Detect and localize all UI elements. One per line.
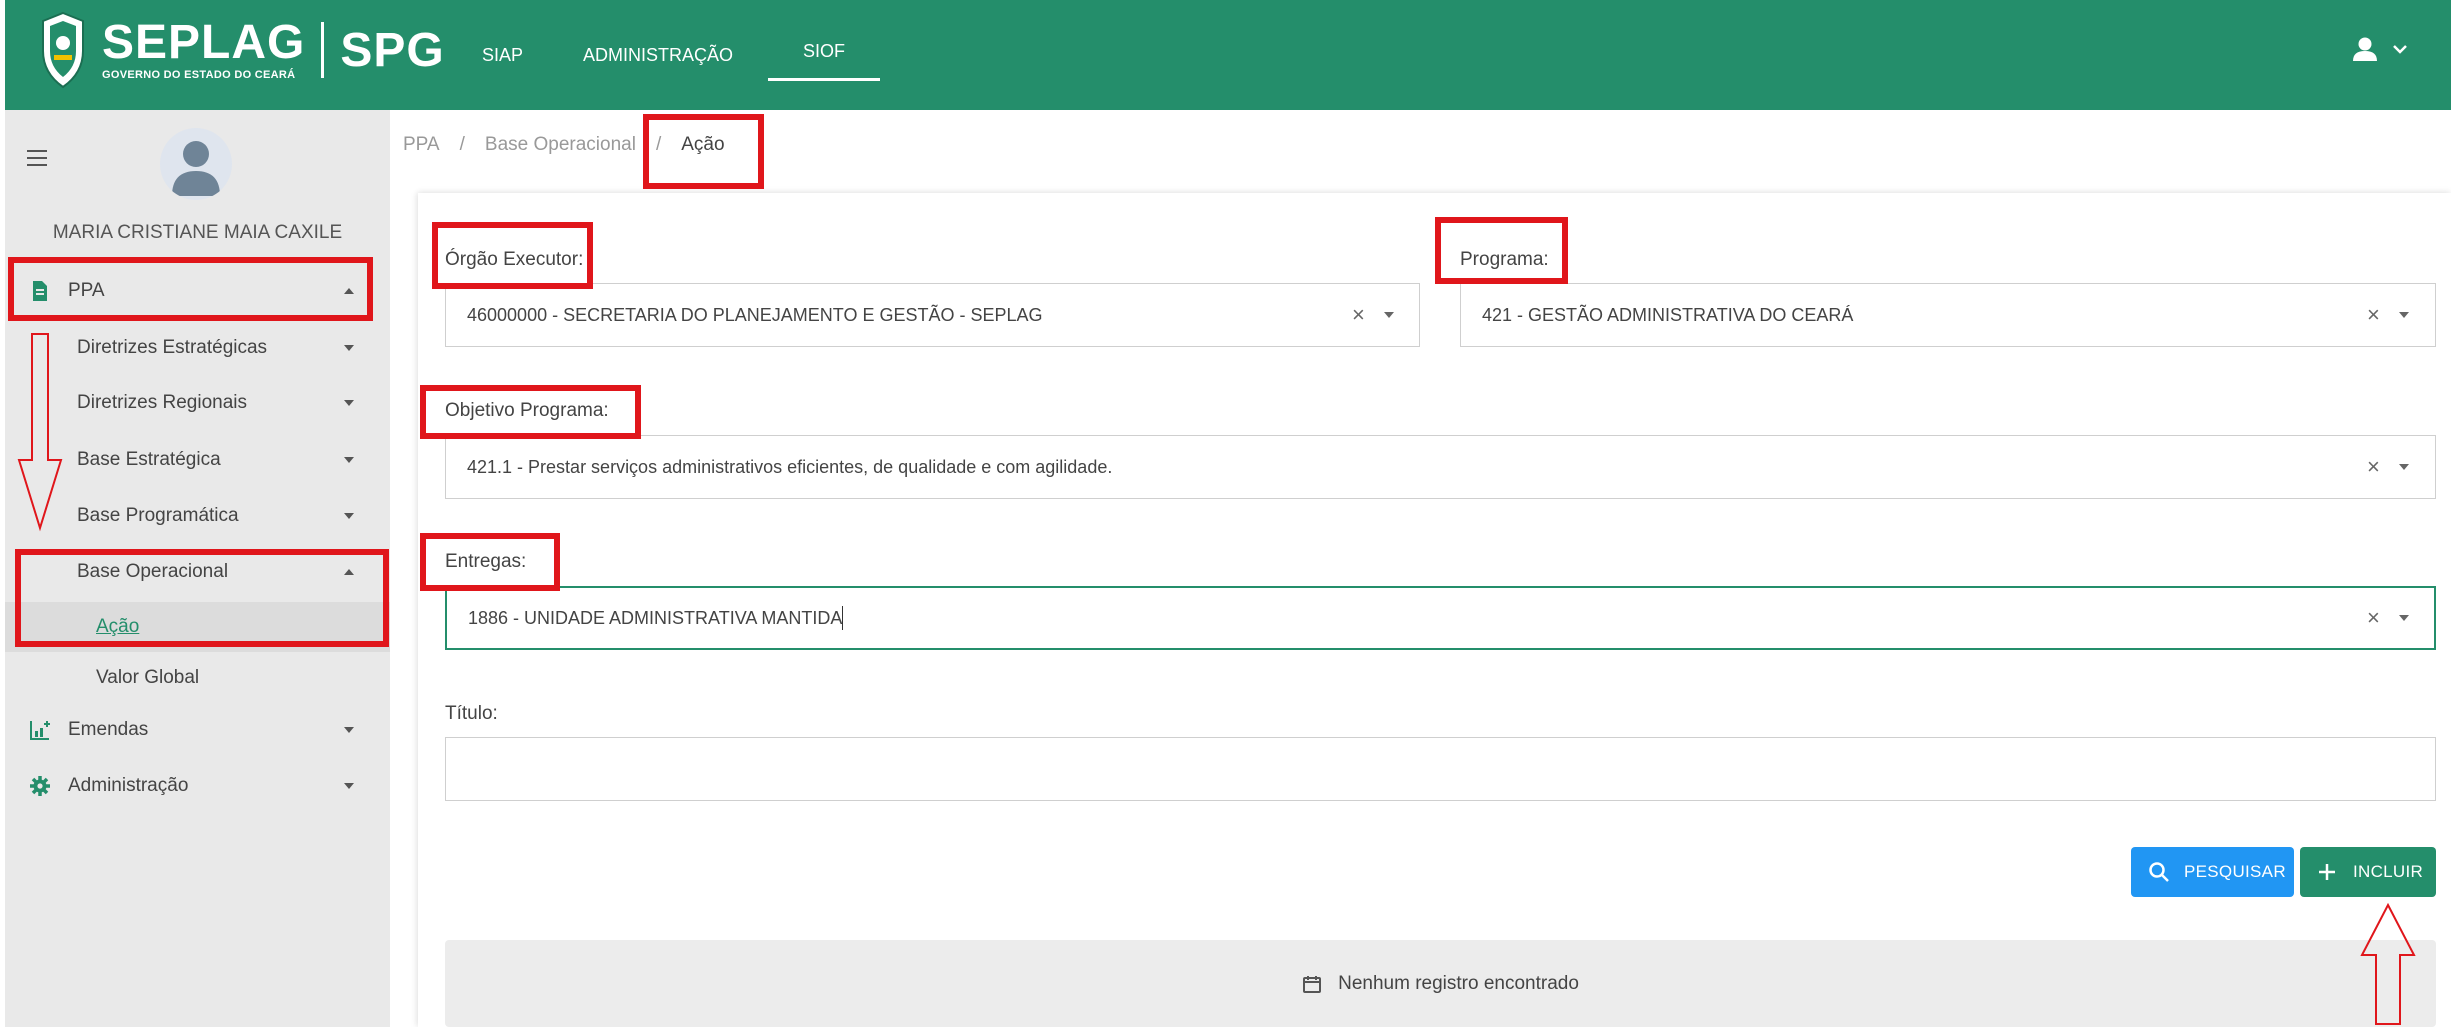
clear-icon[interactable]: × [1352, 302, 1365, 328]
calendar-icon [1303, 975, 1322, 993]
clear-icon[interactable]: × [2367, 302, 2380, 328]
sidebar: MARIA CRISTIANE MAIA CAXILE PPA Diretriz… [5, 110, 390, 1027]
clear-icon[interactable]: × [2367, 605, 2380, 631]
objetivo-value: 421.1 - Prestar serviços administrativos… [467, 456, 1113, 477]
add-button-label: INCLUIR [2353, 862, 2424, 881]
chevron-down-icon[interactable] [1384, 312, 1394, 318]
text-cursor [842, 606, 844, 630]
caret-down-icon [344, 345, 354, 351]
programa-select[interactable]: 421 - GESTÃO ADMINISTRATIVA DO CEARÁ × [1460, 283, 2436, 347]
objetivo-select[interactable]: 421.1 - Prestar serviços administrativos… [445, 435, 2436, 499]
clear-icon[interactable]: × [2367, 454, 2380, 480]
orgao-select[interactable]: 46000000 - SECRETARIA DO PLANEJAMENTO E … [445, 283, 1420, 347]
sidebar-item-ppa[interactable]: PPA [5, 266, 390, 316]
top-header: SEPLAG GOVERNO DO ESTADO DO CEARÁ SPG SI… [5, 0, 2451, 110]
chevron-down-icon[interactable] [2399, 464, 2409, 470]
arrow-down-annotation [17, 333, 63, 532]
breadcrumb-separator: / [459, 134, 465, 155]
caret-down-icon [344, 783, 354, 789]
sidebar-item-label: Ação [96, 616, 140, 637]
sidebar-item-label: Base Operacional [77, 561, 229, 582]
sidebar-item-valor-global[interactable]: Valor Global [5, 653, 390, 703]
chevron-down-icon [2393, 45, 2407, 54]
system-name: SPG [340, 23, 445, 77]
entregas-label: Entregas: [445, 551, 527, 572]
seplag-logo[interactable]: SEPLAG GOVERNO DO ESTADO DO CEARÁ SPG [38, 10, 445, 90]
sidebar-item-label: Base Programática [77, 505, 239, 526]
arrow-up-annotation [2360, 903, 2416, 1025]
top-navigation: SIAP ADMINISTRAÇÃO SIOF [467, 0, 910, 110]
user-menu[interactable] [2352, 36, 2408, 62]
entregas-value: 1886 - UNIDADE ADMINISTRATIVA MANTIDA [468, 607, 843, 628]
sidebar-item-base-operacional[interactable]: Base Operacional [5, 547, 390, 597]
empty-results: Nenhum registro encontrado [445, 940, 2436, 1027]
logo-divider [321, 22, 325, 78]
document-icon [33, 281, 47, 301]
sidebar-item-acao[interactable]: Ação [5, 602, 390, 652]
orgao-label: Órgão Executor: [445, 249, 584, 270]
sidebar-item-label: Emendas [68, 719, 149, 740]
brand-subtitle: GOVERNO DO ESTADO DO CEARÁ [102, 69, 296, 81]
avatar [160, 128, 232, 200]
caret-up-icon [344, 288, 354, 294]
topnav-siof[interactable]: SIOF [768, 0, 881, 110]
sidebar-item-ppa-label: PPA [68, 280, 105, 301]
sidebar-item-emendas[interactable]: Emendas [5, 705, 390, 755]
objetivo-label: Objetivo Programa: [445, 400, 609, 421]
sidebar-item-administracao[interactable]: Administração [5, 761, 390, 811]
entregas-select[interactable]: 1886 - UNIDADE ADMINISTRATIVA MANTIDA × [445, 586, 2436, 650]
user-icon [2353, 37, 2377, 61]
plus-icon [2319, 864, 2335, 880]
titulo-label: Título: [445, 703, 498, 724]
breadcrumb-ppa[interactable]: PPA [403, 134, 440, 156]
caret-down-icon [344, 400, 354, 406]
brand-name: SEPLAG [102, 16, 306, 69]
orgao-value: 46000000 - SECRETARIA DO PLANEJAMENTO E … [467, 304, 1043, 325]
search-button[interactable]: PESQUISAR [2131, 847, 2294, 897]
caret-down-icon [344, 513, 354, 519]
search-icon [2149, 862, 2169, 882]
sidebar-item-label: Base Estratégica [77, 449, 221, 470]
breadcrumb-base-operacional[interactable]: Base Operacional [485, 134, 636, 156]
empty-message: Nenhum registro encontrado [1338, 972, 1579, 994]
add-button[interactable]: INCLUIR [2300, 847, 2436, 897]
sidebar-item-label: Administração [68, 775, 189, 796]
breadcrumb: PPA / Base Operacional / Ação [403, 134, 725, 156]
sidebar-item-label: Diretrizes Estratégicas [77, 337, 268, 358]
sidebar-item-label: Diretrizes Regionais [77, 392, 248, 413]
breadcrumb-separator: / [655, 134, 662, 155]
user-name: MARIA CRISTIANE MAIA CAXILE [52, 222, 343, 243]
caret-down-icon [344, 457, 354, 463]
topnav-administracao[interactable]: ADMINISTRAÇÃO [568, 0, 748, 110]
caret-down-icon [344, 727, 354, 733]
chevron-down-icon[interactable] [2399, 615, 2409, 621]
crest-icon [38, 11, 88, 89]
topnav-siap[interactable]: SIAP [467, 0, 538, 110]
menu-toggle-icon[interactable] [27, 150, 47, 171]
search-button-label: PESQUISAR [2184, 862, 2286, 881]
titulo-input[interactable] [445, 737, 2436, 801]
topnav-siap-label: SIAP [482, 44, 524, 65]
topnav-siof-label: SIOF [803, 40, 846, 61]
gear-icon [30, 776, 50, 796]
breadcrumb-acao: Ação [681, 134, 725, 155]
programa-label: Programa: [1460, 249, 1549, 270]
caret-up-icon [344, 569, 354, 575]
programa-value: 421 - GESTÃO ADMINISTRATIVA DO CEARÁ [1482, 304, 1854, 325]
topnav-administracao-label: ADMINISTRAÇÃO [583, 44, 734, 65]
sidebar-item-label: Valor Global [96, 667, 200, 688]
chart-add-icon [30, 721, 50, 740]
chevron-down-icon[interactable] [2399, 312, 2409, 318]
